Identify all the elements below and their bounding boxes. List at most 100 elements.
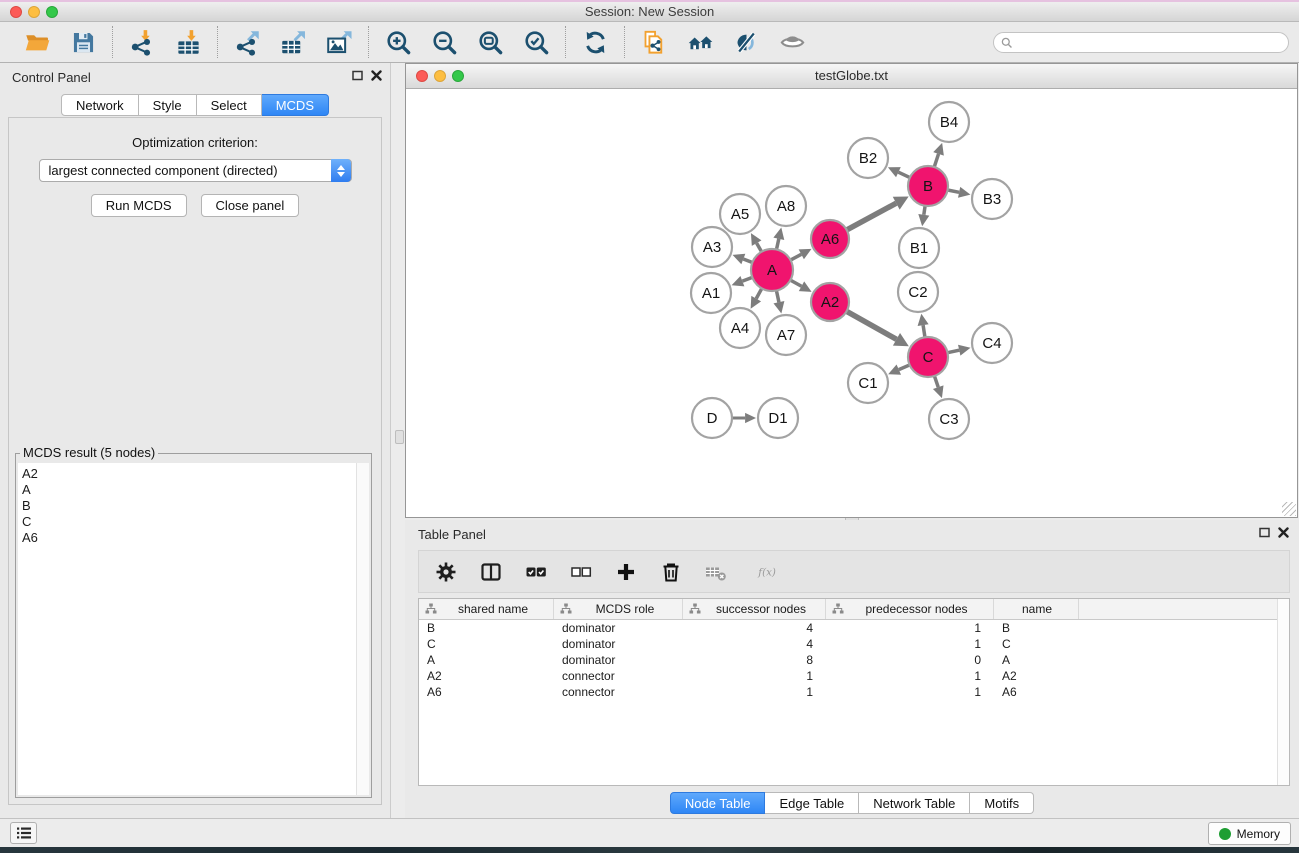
list-item[interactable]: A6 [22, 530, 369, 546]
run-mcds-button[interactable]: Run MCDS [91, 194, 187, 217]
graph-node-label: C2 [908, 284, 927, 301]
tab-edge-table[interactable]: Edge Table [765, 792, 859, 814]
attribute-icon [425, 603, 437, 615]
column-header-mcds-role[interactable]: MCDS role [554, 599, 683, 619]
zoom-fit-button[interactable] [474, 26, 506, 58]
list-item[interactable]: B [22, 498, 369, 514]
export-table-button[interactable] [277, 26, 309, 58]
export-network-icon [234, 29, 261, 56]
cell-mcds-role: connector [554, 668, 683, 684]
delete-table-button[interactable] [702, 558, 730, 586]
graph-edge-A-A6[interactable] [791, 254, 802, 260]
table-settings-button[interactable] [432, 558, 460, 586]
function-builder-button[interactable]: f(x) [747, 558, 789, 586]
float-panel-icon[interactable] [1259, 527, 1270, 538]
close-panel-button[interactable]: Close panel [201, 194, 300, 217]
import-network-button[interactable] [126, 26, 158, 58]
table-row[interactable]: A6 connector 1 1 A6 [419, 684, 1289, 700]
zoom-window-button[interactable] [46, 6, 58, 18]
result-list-scrollbar[interactable] [356, 463, 369, 795]
tab-motifs[interactable]: Motifs [970, 792, 1034, 814]
column-header-successor-nodes[interactable]: successor nodes [683, 599, 826, 619]
float-panel-icon[interactable] [352, 70, 363, 81]
mcds-tab-content: Optimization criterion: largest connecte… [8, 117, 382, 805]
list-item[interactable]: A [22, 482, 369, 498]
cell-mcds-role: dominator [554, 620, 683, 636]
graph-edge-B-B3[interactable] [948, 190, 960, 192]
close-network-button[interactable] [416, 70, 428, 82]
graph-edge-A-A1[interactable] [742, 277, 752, 281]
clipboard-network-icon [641, 29, 668, 56]
export-network-button[interactable] [231, 26, 263, 58]
zoom-in-button[interactable] [382, 26, 414, 58]
graph-edge-B-B1[interactable] [924, 206, 925, 215]
refresh-button[interactable] [579, 26, 611, 58]
graph-edge-A-A4[interactable] [756, 288, 762, 298]
list-item[interactable]: A2 [22, 466, 369, 482]
save-session-button[interactable] [67, 26, 99, 58]
graph-node-label: A4 [731, 320, 749, 337]
graph-edge-B-B4[interactable] [934, 154, 938, 167]
mcds-result-title: MCDS result (5 nodes) [20, 445, 158, 460]
network-window-titlebar[interactable]: testGlobe.txt [406, 64, 1297, 89]
graph-edge-A-A2[interactable] [790, 280, 801, 286]
show-columns-button[interactable] [477, 558, 505, 586]
minimize-network-button[interactable] [434, 70, 446, 82]
list-item[interactable]: C [22, 514, 369, 530]
graph-edge-A2-C[interactable] [847, 311, 897, 339]
table-scrollbar[interactable] [1277, 599, 1289, 785]
close-panel-icon[interactable] [1278, 527, 1289, 538]
table-row[interactable]: A2 connector 1 1 A2 [419, 668, 1289, 684]
criterion-dropdown[interactable]: largest connected component (directed) [39, 159, 352, 182]
graph-edge-C-C4[interactable] [948, 350, 960, 353]
unselect-all-button[interactable] [567, 558, 595, 586]
graph-edge-A-A7[interactable] [776, 291, 779, 303]
tab-style[interactable]: Style [139, 94, 197, 116]
network-from-clipboard-button[interactable] [638, 26, 670, 58]
tab-select[interactable]: Select [197, 94, 262, 116]
graph-edge-A-A8[interactable] [776, 239, 778, 250]
zoom-network-button[interactable] [452, 70, 464, 82]
column-header-shared-name[interactable]: shared name [419, 599, 554, 619]
table-row[interactable]: A dominator 8 0 A [419, 652, 1289, 668]
show-all-networks-button[interactable] [684, 26, 716, 58]
graph-edge-A6-B[interactable] [847, 203, 896, 230]
memory-button[interactable]: Memory [1208, 822, 1291, 845]
add-button[interactable] [612, 558, 640, 586]
table-panel-title: Table Panel [418, 527, 486, 542]
cell-predecessor-nodes: 1 [826, 620, 994, 636]
hide-graphics-details-button[interactable] [730, 26, 762, 58]
graph-edge-C-C2[interactable] [923, 325, 925, 337]
graph-edge-C-C1[interactable] [899, 365, 910, 370]
tab-network[interactable]: Network [61, 94, 139, 116]
show-panel-list-button[interactable] [10, 822, 37, 844]
table-row[interactable]: B dominator 4 1 B [419, 620, 1289, 636]
birdseye-view-button[interactable] [776, 26, 808, 58]
graph-edge-A-A3[interactable] [743, 259, 752, 262]
open-session-button[interactable] [21, 26, 53, 58]
graph-edge-C-C3[interactable] [934, 376, 938, 387]
select-all-button[interactable] [522, 558, 550, 586]
cell-successor-nodes: 1 [683, 684, 826, 700]
network-canvas[interactable]: B4B2BB3A5A8A6A3B1AA1C2A2A4A7C4CC1C3DD1 [406, 89, 1297, 517]
search-input[interactable] [1017, 35, 1288, 51]
delete-button[interactable] [657, 558, 685, 586]
network-graph[interactable]: B4B2BB3A5A8A6A3B1AA1C2A2A4A7C4CC1C3DD1 [406, 89, 1297, 517]
close-window-button[interactable] [10, 6, 22, 18]
column-header-predecessor-nodes[interactable]: predecessor nodes [826, 599, 994, 619]
tab-mcds[interactable]: MCDS [262, 94, 329, 116]
import-table-button[interactable] [172, 26, 204, 58]
window-resize-grip[interactable] [1282, 502, 1296, 516]
vertical-split-handle[interactable] [395, 430, 404, 444]
close-panel-icon[interactable] [371, 70, 382, 81]
tab-node-table[interactable]: Node Table [670, 792, 766, 814]
zoom-out-button[interactable] [428, 26, 460, 58]
graph-edge-B-B2[interactable] [898, 172, 909, 177]
zoom-selected-button[interactable] [520, 26, 552, 58]
minimize-window-button[interactable] [28, 6, 40, 18]
column-header-name[interactable]: name [994, 599, 1079, 619]
tab-network-table[interactable]: Network Table [859, 792, 970, 814]
graph-edge-A-A5[interactable] [757, 243, 762, 252]
table-row[interactable]: C dominator 4 1 C [419, 636, 1289, 652]
export-image-button[interactable] [323, 26, 355, 58]
